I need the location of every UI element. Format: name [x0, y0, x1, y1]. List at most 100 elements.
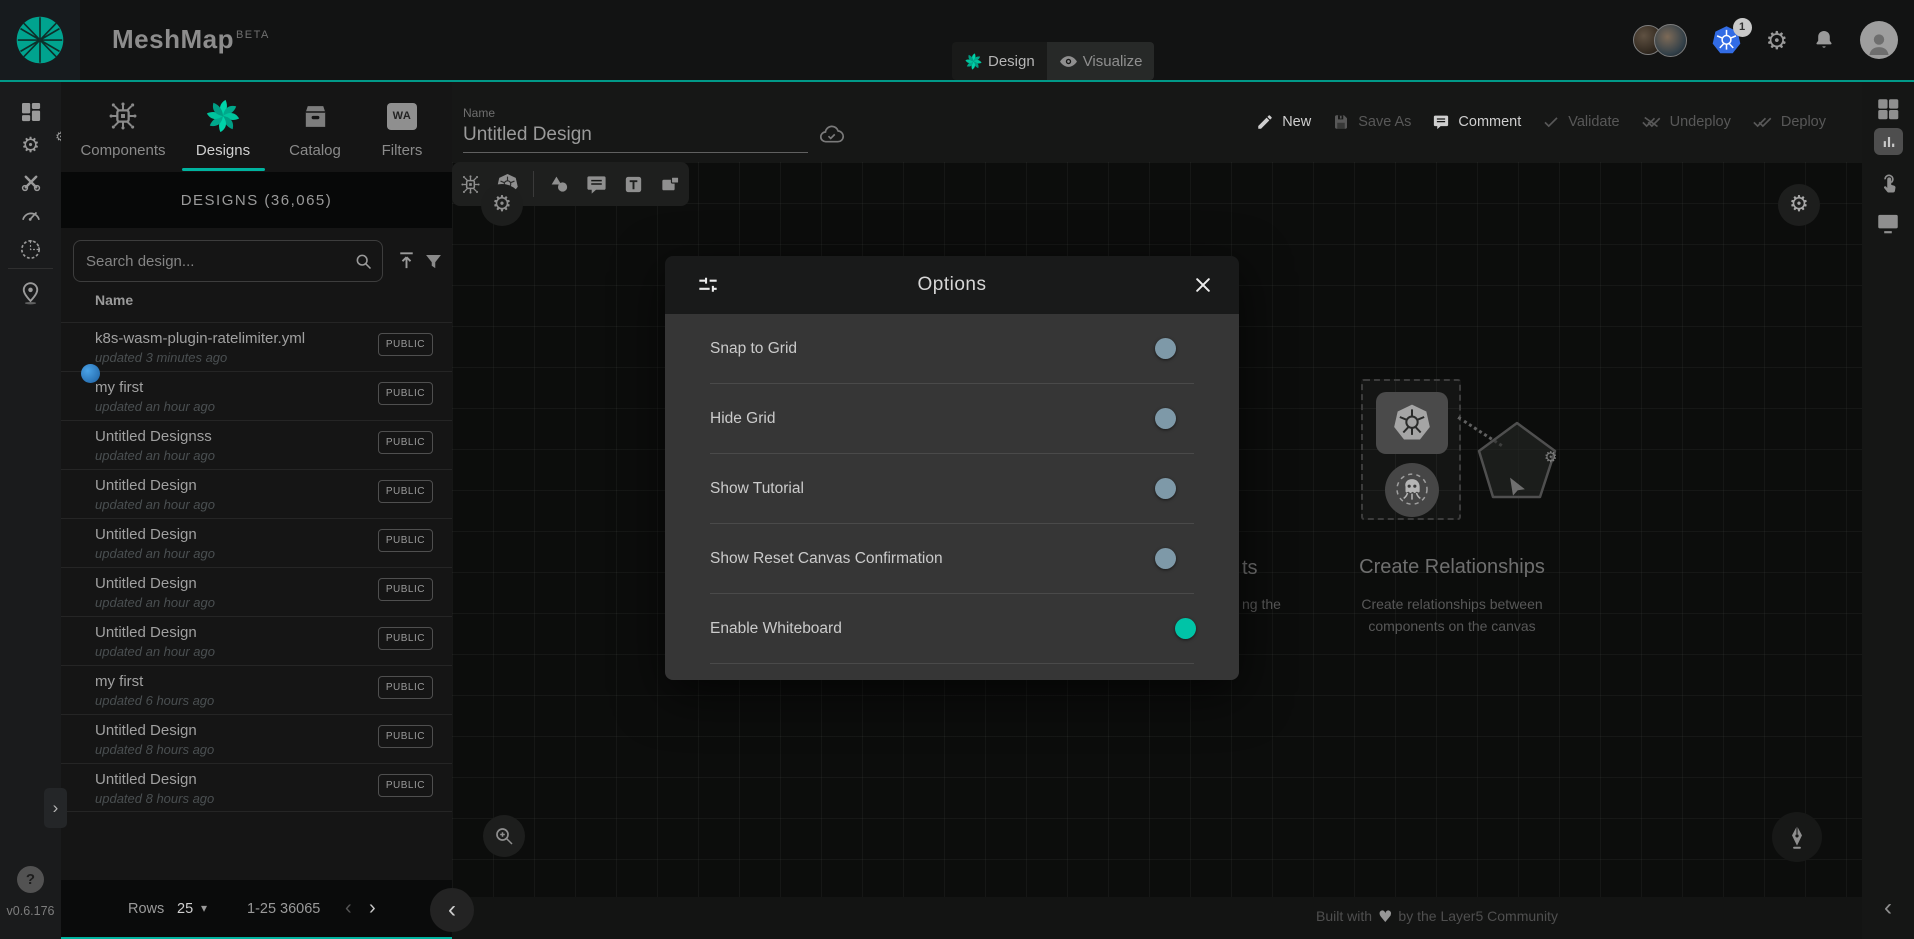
design-row[interactable]: my first updated 6 hours ago PUBLIC: [61, 665, 452, 714]
design-row[interactable]: Untitled Design updated an hour ago PUBL…: [61, 567, 452, 616]
collaborator-avatars[interactable]: [1633, 24, 1687, 57]
occluded-card-text-fragment: ng the: [1242, 596, 1281, 612]
metrics-chart-icon[interactable]: [1874, 128, 1903, 155]
panel-tab-designs[interactable]: Designs: [175, 82, 271, 172]
canvas-config-button[interactable]: ⚙: [481, 184, 523, 226]
dock-media-icon[interactable]: [659, 173, 682, 196]
pencil-icon: [1256, 113, 1274, 131]
visibility-badge: PUBLIC: [378, 725, 433, 748]
canvas-settings-button[interactable]: ⚙: [1778, 184, 1820, 226]
visibility-badge: PUBLIC: [378, 480, 433, 503]
meshsync-squid-icon: [1385, 463, 1439, 517]
rows-per-page-value[interactable]: 25: [177, 901, 193, 917]
previous-page-icon[interactable]: ‹: [345, 897, 352, 920]
rail-mesh-icon[interactable]: [0, 237, 61, 262]
display-monitor-icon[interactable]: [1862, 210, 1914, 236]
pen-nib-icon: [1784, 824, 1810, 850]
context-count-badge: 1: [1733, 18, 1752, 37]
reset-canvas-confirmation-toggle[interactable]: [1157, 551, 1194, 566]
interaction-touch-icon[interactable]: [1862, 170, 1914, 196]
save-as-button[interactable]: Save As: [1332, 113, 1411, 131]
rows-per-page-label: Rows: [128, 901, 164, 917]
settings-gear-icon[interactable]: ⚙: [1766, 28, 1788, 53]
option-row-hide-grid: Hide Grid: [710, 384, 1194, 454]
rail-performance-gauge-icon[interactable]: [0, 204, 61, 228]
gear-icon: ⚙: [1789, 194, 1809, 216]
panel-tab-components[interactable]: Components: [75, 82, 171, 172]
rail-toolkit-icon[interactable]: [0, 170, 61, 194]
design-toolbar: Name New Save As Comment Validate Und: [452, 82, 1862, 162]
designs-count-header: DESIGNS (36,065): [61, 172, 452, 228]
notifications-bell-icon[interactable]: [1812, 28, 1836, 52]
show-tutorial-toggle[interactable]: [1157, 481, 1194, 496]
floppy-icon: [1332, 113, 1350, 131]
rail-location-pin-icon[interactable]: [0, 280, 61, 307]
dock-text-icon[interactable]: [622, 173, 645, 196]
relationship-demo-group: [1361, 379, 1461, 520]
design-row[interactable]: k8s-wasm-plugin-ratelimiter.yml updated …: [61, 322, 452, 371]
design-row[interactable]: Untitled Design updated 8 hours ago PUBL…: [61, 763, 452, 812]
empty-state-title: Create Relationships: [1252, 556, 1652, 579]
profile-avatar[interactable]: [1860, 21, 1898, 59]
search-input[interactable]: [74, 241, 382, 281]
panel-tab-filters[interactable]: WA Filters: [354, 82, 450, 172]
app-title: MeshMapBETA: [112, 24, 270, 55]
rail-lifecycle-gears-icon[interactable]: ⚙⚙: [0, 135, 61, 157]
design-row[interactable]: Untitled Design updated an hour ago PUBL…: [61, 469, 452, 518]
deploy-button[interactable]: Deploy: [1752, 113, 1826, 131]
zoom-button[interactable]: [483, 815, 525, 857]
kubernetes-node-icon: [1376, 392, 1448, 454]
design-row[interactable]: Untitled Designss updated an hour ago PU…: [61, 420, 452, 469]
validate-button[interactable]: Validate: [1542, 113, 1619, 131]
double-check-icon: [1752, 113, 1773, 131]
active-tab-underline: [182, 168, 265, 171]
new-button[interactable]: New: [1256, 113, 1311, 131]
heart-icon: ♥: [1378, 907, 1392, 926]
rail-dashboard-icon[interactable]: [0, 100, 61, 124]
meshmap-app: MeshMapBETA Design Visualize 1 ⚙: [0, 0, 1914, 939]
right-dock: ‹: [1862, 82, 1914, 939]
design-name-input[interactable]: [463, 124, 808, 153]
visibility-badge: PUBLIC: [378, 333, 433, 356]
dock-components-icon[interactable]: [459, 173, 482, 196]
search-icon: [353, 251, 374, 272]
option-row-reset-confirmation: Show Reset Canvas Confirmation: [710, 524, 1194, 594]
rows-per-page-caret-icon[interactable]: ▾: [201, 902, 207, 914]
design-row[interactable]: Untitled Design updated an hour ago PUBL…: [61, 616, 452, 665]
panel-tab-catalog[interactable]: Catalog: [267, 82, 363, 172]
panel-collapse-button[interactable]: ‹: [430, 888, 474, 932]
hide-grid-toggle[interactable]: [1157, 411, 1194, 426]
tab-visualize[interactable]: Visualize: [1047, 42, 1155, 80]
help-button[interactable]: ?: [17, 866, 44, 893]
option-row-snap-to-grid: Snap to Grid: [710, 314, 1194, 384]
widgets-grid-icon[interactable]: [1862, 96, 1914, 122]
snap-to-grid-toggle[interactable]: [1157, 341, 1194, 356]
meshmap-logo[interactable]: [0, 0, 80, 80]
pen-tool-button[interactable]: [1772, 812, 1822, 862]
kubernetes-context-button[interactable]: 1: [1711, 25, 1742, 56]
import-design-icon[interactable]: [395, 249, 418, 272]
close-icon[interactable]: [1193, 275, 1213, 295]
navigation-rail: ⚙⚙ › ? v0.6.176: [0, 82, 61, 939]
cursor-arrow-icon: [1502, 474, 1532, 504]
right-dock-collapse-icon[interactable]: ‹: [1862, 894, 1914, 922]
cloud-saved-icon: [818, 122, 845, 149]
catalog-drawer-icon: [300, 97, 331, 135]
filter-funnel-icon[interactable]: [423, 251, 444, 272]
tab-design[interactable]: Design: [952, 42, 1047, 80]
next-page-icon[interactable]: ›: [369, 897, 376, 920]
collaborator-avatar-2[interactable]: [1654, 24, 1687, 57]
mode-switch: Design Visualize: [952, 42, 1154, 80]
comment-button[interactable]: Comment: [1432, 113, 1521, 131]
dock-comment-icon[interactable]: [585, 173, 608, 196]
design-row[interactable]: Untitled Design updated an hour ago PUBL…: [61, 518, 452, 567]
undeploy-button[interactable]: Undeploy: [1641, 113, 1731, 131]
rail-expand-button[interactable]: ›: [44, 788, 67, 828]
design-row[interactable]: my first updated an hour ago PUBLIC: [61, 371, 452, 420]
enable-whiteboard-toggle[interactable]: [1157, 621, 1194, 636]
designs-pinwheel-icon: [204, 97, 242, 135]
magnifier-icon: [492, 824, 516, 848]
design-row[interactable]: Untitled Design updated 8 hours ago PUBL…: [61, 714, 452, 763]
modal-header: Options: [665, 256, 1239, 314]
dock-shapes-icon[interactable]: [548, 173, 571, 196]
